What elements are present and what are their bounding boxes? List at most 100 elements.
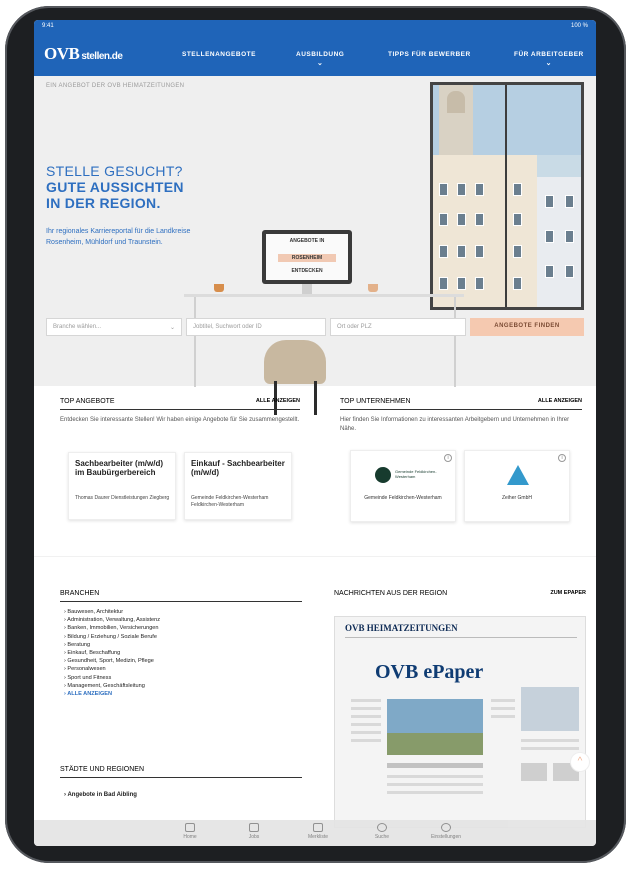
plant-illustration [368, 284, 378, 292]
nav-arbeitgeber[interactable]: FÜR ARBEITGEBER ⌄ [514, 51, 584, 67]
branch-select[interactable]: Branche wählen... ⌄ [46, 318, 182, 336]
divider [34, 556, 596, 557]
tablet-screen: 9:41 100 % OVB stellen.de STELLENANGEBOTE… [34, 20, 596, 846]
branch-item[interactable]: › Gesundheit, Sport, Medizin, Pflege [64, 657, 160, 665]
logo-sub: stellen.de [81, 51, 123, 62]
nav-ausbildung[interactable]: AUSBILDUNG ⌄ [296, 51, 344, 67]
news-heading: NACHRICHTEN AUS DER REGION ZUM EPAPER [334, 590, 586, 602]
breadcrumb: EIN ANGEBOT DER OVB HEIMATZEITUNGEN [46, 83, 185, 89]
scroll-top-button[interactable]: ^ [570, 752, 590, 772]
chevron-down-icon: ⌄ [316, 60, 324, 67]
epaper-link[interactable]: ZUM EPAPER [550, 590, 586, 596]
nav-label: FÜR ARBEITGEBER [514, 51, 584, 58]
monitor-text-3: ENTDECKEN [291, 268, 323, 274]
region-item[interactable]: › Angebote in Bad Aibling [64, 792, 137, 798]
bookmark-icon [313, 823, 323, 832]
company-name: Zeiher GmbH [501, 495, 532, 501]
offer-title: Einkauf - Sachbearbeiter (m/w/d) [191, 459, 285, 477]
nav-stellenangebote[interactable]: STELLENANGEBOTE [182, 51, 256, 58]
find-offers-button[interactable]: ANGEBOTE FINDEN [470, 318, 584, 336]
top-companies-desc: Hier finden Sie Informationen zu interes… [340, 417, 570, 432]
headline-line-1: STELLE GESUCHT? [46, 163, 183, 179]
nav-tipps[interactable]: TIPPS FÜR BEWERBER [388, 51, 471, 58]
tab-jobs[interactable]: Jobs [234, 823, 274, 840]
keyword-placeholder: Jobtitel, Suchwort oder ID [193, 324, 262, 330]
branch-item[interactable]: › Einkauf, Beschaffung [64, 649, 160, 657]
branch-item[interactable]: › Bauwesen, Architektur [64, 608, 160, 616]
top-companies-all-link[interactable]: ALLE ANZEIGEN [538, 398, 582, 404]
status-battery: 100 % [570, 23, 588, 29]
info-icon[interactable]: i [558, 454, 566, 462]
tab-label: Einstellungen [430, 834, 462, 840]
company-logo [375, 467, 391, 483]
offer-card[interactable]: Sachbearbeiter (m/w/d) im Baubürgerberei… [68, 452, 176, 520]
status-bar: 9:41 100 % [42, 23, 588, 35]
hero-section: EIN ANGEBOT DER OVB HEIMATZEITUNGEN STEL… [34, 76, 596, 415]
site-logo[interactable]: OVB stellen.de [44, 44, 123, 64]
chair-illustration [264, 340, 326, 384]
top-offers-desc: Entdecken Sie interessante Stellen! Wir … [60, 417, 300, 423]
branch-item[interactable]: › Sport und Fitness [64, 674, 160, 682]
tab-suche[interactable]: Suche [362, 823, 402, 840]
offer-card[interactable]: Einkauf - Sachbearbeiter (m/w/d) Gemeind… [184, 452, 292, 520]
branch-item[interactable]: › Beratung [64, 641, 160, 649]
top-companies-title: TOP UNTERNEHMEN [340, 398, 411, 405]
home-icon [185, 823, 195, 832]
top-companies-heading: TOP UNTERNEHMEN ALLE ANZEIGEN [340, 398, 582, 410]
company-card[interactable]: i Zeiher GmbH [464, 450, 570, 522]
window-illustration [430, 82, 584, 310]
hero-intro: Ihr regionales Karriereportal für die La… [46, 228, 191, 246]
branch-item[interactable]: › Personalwesen [64, 665, 160, 673]
nav-label: TIPPS FÜR BEWERBER [388, 51, 471, 58]
company-card[interactable]: i Gemeinde Feldkirchen-Westerham Gemeind… [350, 450, 456, 522]
plant-illustration [214, 284, 224, 292]
company-logo-text: Gemeinde Feldkirchen-Westerham [395, 469, 437, 479]
offer-title: Sachbearbeiter (m/w/d) im Baubürgerberei… [75, 459, 164, 477]
monitor-text-2: ROSENHEIM [291, 255, 323, 261]
top-offers-title: TOP ANGEBOTE [60, 398, 115, 405]
nav-label: AUSBILDUNG [296, 51, 345, 58]
offer-company: Thomas Daurer Dienstleistungen Ziegberg [75, 495, 170, 501]
headline-line-2: GUTE AUSSICHTEN [46, 179, 184, 195]
epaper-side-photo [521, 687, 579, 731]
tab-label: Merkliste [307, 834, 328, 840]
jobs-icon [249, 823, 259, 832]
tab-merkliste[interactable]: Merkliste [298, 823, 338, 840]
hero-headline: STELLE GESUCHT? GUTE AUSSICHTEN IN DER R… [46, 163, 184, 211]
find-offers-label: ANGEBOTE FINDEN [494, 323, 560, 329]
monitor-text-1: ANGEBOTE IN [289, 238, 325, 244]
tab-home[interactable]: Home [170, 823, 210, 840]
news-title: NACHRICHTEN AUS DER REGION [334, 590, 448, 597]
epaper-preview[interactable]: OVB HEIMATZEITUNGEN OVB ePaper [334, 616, 586, 828]
epaper-header: OVB HEIMATZEITUNGEN [345, 623, 458, 633]
company-logo [507, 465, 529, 485]
company-name: Gemeinde Feldkirchen-Westerham [364, 495, 442, 501]
chevron-down-icon: ⌄ [545, 60, 553, 67]
keyword-input[interactable]: Jobtitel, Suchwort oder ID [186, 318, 326, 336]
status-time: 9:41 [42, 23, 54, 29]
info-icon[interactable]: i [444, 454, 452, 462]
search-icon [377, 823, 387, 832]
bottom-tab-bar: Home Jobs Merkliste Suche Einstellungen [34, 820, 596, 846]
branches-all-link[interactable]: › ALLE ANZEIGEN [64, 690, 160, 698]
nav-label: STELLENANGEBOTE [182, 51, 256, 58]
tab-label: Home [183, 834, 197, 840]
tab-label: Suche [374, 834, 390, 840]
location-input[interactable]: Ort oder PLZ [330, 318, 466, 336]
branch-item[interactable]: › Bildung / Erziehung / Soziale Berufe [64, 633, 160, 641]
tab-einstellungen[interactable]: Einstellungen [426, 823, 466, 840]
regions-heading: STÄDTE UND REGIONEN [60, 766, 302, 778]
monitor-illustration: ANGEBOTE IN ROSENHEIM ENTDECKEN [262, 230, 352, 284]
gear-icon [441, 823, 451, 832]
branch-item[interactable]: › Administration, Verwaltung, Assistenz [64, 616, 160, 624]
desk-illustration [184, 294, 464, 297]
branch-select-placeholder: Branche wählen... [53, 324, 102, 330]
chevron-down-icon: ⌄ [169, 325, 175, 331]
branch-item[interactable]: › Management, Geschäftsleitung [64, 682, 160, 690]
top-offers-heading: TOP ANGEBOTE ALLE ANZEIGEN [60, 398, 300, 410]
tablet-frame: 9:41 100 % OVB stellen.de STELLENANGEBOTE… [5, 6, 626, 863]
regions-title: STÄDTE UND REGIONEN [60, 766, 145, 773]
top-offers-all-link[interactable]: ALLE ANZEIGEN [256, 398, 300, 404]
branch-item[interactable]: › Banken, Immobilien, Versicherungen [64, 624, 160, 632]
branches-heading: BRANCHEN [60, 590, 302, 602]
